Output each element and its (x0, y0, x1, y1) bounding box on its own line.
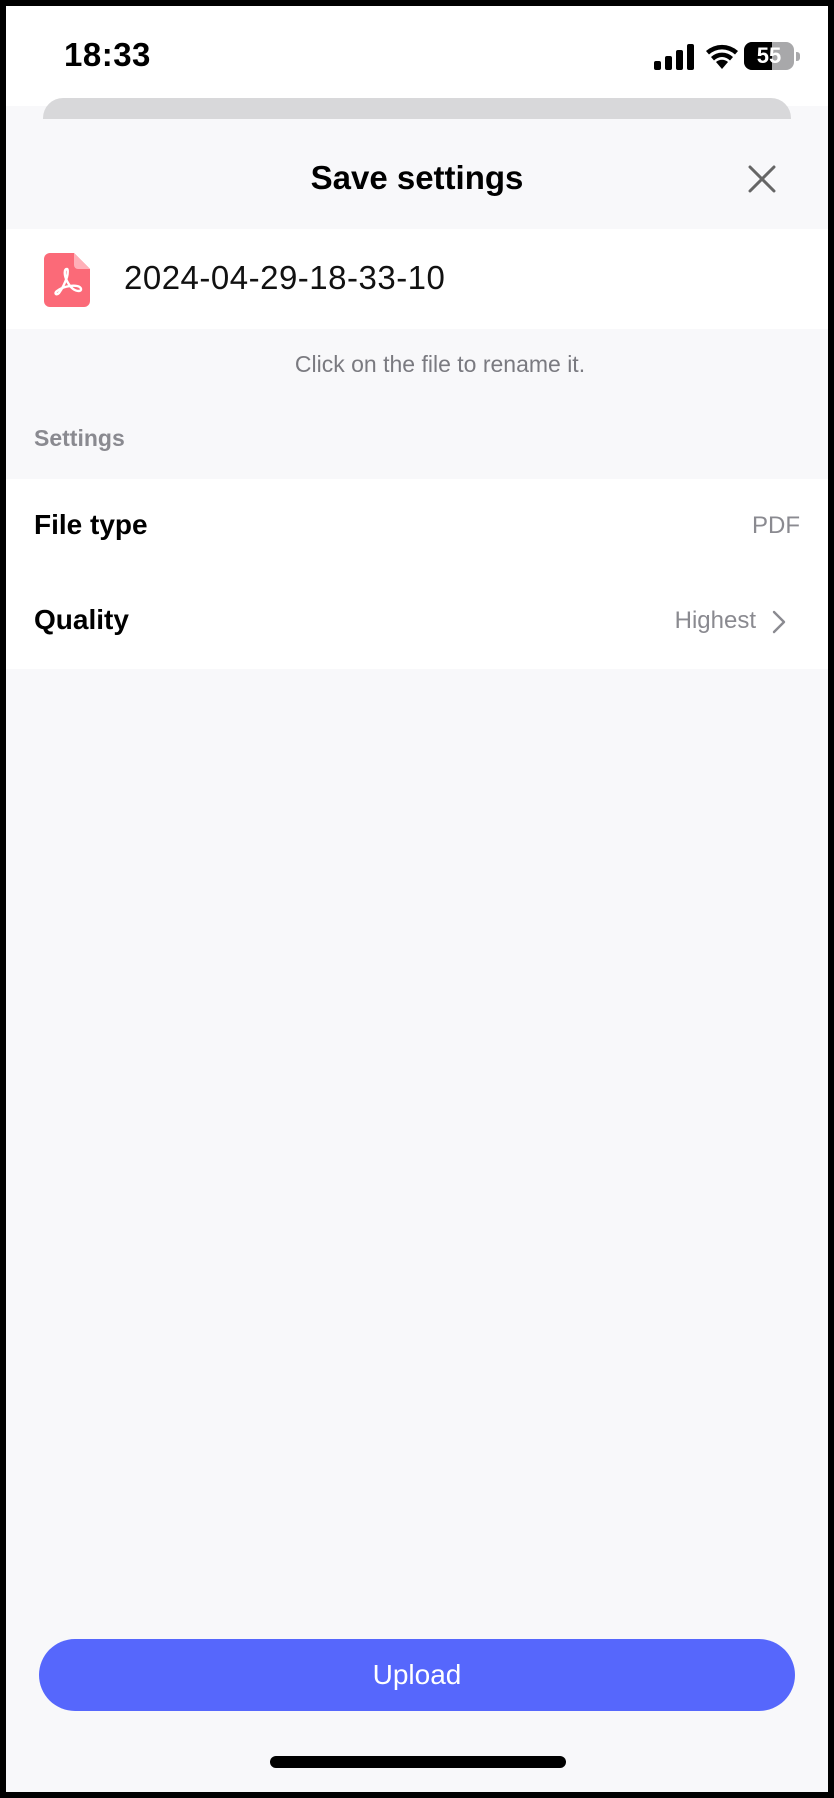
file-name[interactable]: 2024-04-29-18-33-10 (124, 259, 445, 297)
wifi-icon (706, 44, 738, 69)
sheet-title: Save settings (310, 159, 524, 196)
signal-icon (654, 44, 694, 70)
rename-hint: Click on the file to rename it. (294, 351, 586, 377)
chevron-right-icon (772, 610, 786, 634)
battery-body: 55 (744, 42, 794, 70)
battery-cap (796, 52, 800, 61)
quality-value: Highest (674, 607, 756, 634)
file-row[interactable]: 2024-04-29-18-33-10 (6, 229, 828, 329)
settings-row-file-type[interactable]: File type PDF (6, 479, 828, 574)
status-time: 18:33 (64, 36, 151, 73)
save-settings-sheet: Save settings 2024-04-29-18-33-10 Click … (6, 119, 828, 1792)
status-bar: 18:33 55 (6, 6, 828, 106)
quality-label: Quality (34, 604, 129, 635)
battery-icon: 55 (744, 42, 800, 72)
sheet-header: Save settings (6, 119, 828, 229)
battery-level: 55 (756, 43, 782, 68)
phone-screen: 18:33 55 Save settings 2024-04-29-18-33-… (6, 6, 828, 1792)
settings-row-quality[interactable]: Quality Highest (6, 574, 828, 669)
settings-section-label: Settings (34, 425, 125, 451)
home-indicator (270, 1756, 566, 1768)
settings-list: File type PDF Quality Highest (6, 479, 828, 669)
upload-button[interactable]: Upload (39, 1639, 795, 1711)
close-icon[interactable] (742, 159, 782, 199)
file-type-value: PDF (752, 512, 800, 539)
file-type-label: File type (34, 509, 148, 540)
pdf-file-icon (44, 253, 90, 307)
